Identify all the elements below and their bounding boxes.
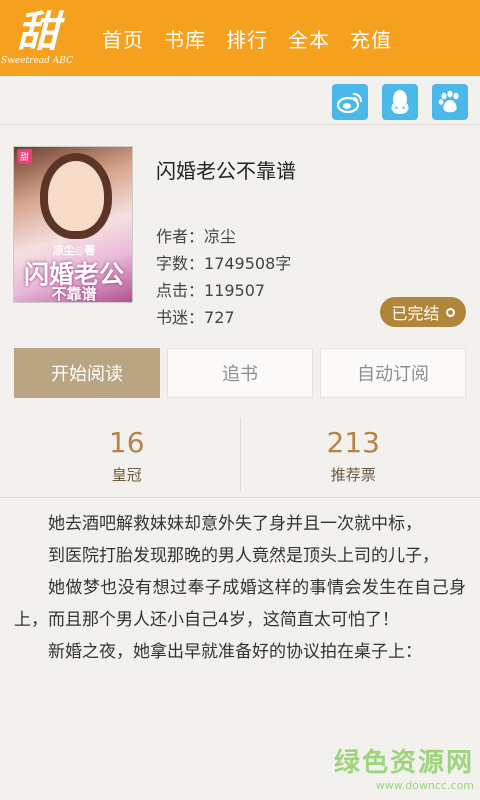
status-badge: 已完结 <box>380 297 466 327</box>
book-description: 她去酒吧解救妹妹却意外失了身并且一次就中标， 到医院打胎发现那晚的男人竟然是顶头… <box>14 508 466 668</box>
logo-mark: 甜 <box>16 7 59 56</box>
fans-label: 书迷： <box>156 308 205 327</box>
book-word-count: 字数：1749508字 <box>156 250 291 274</box>
vote-label: 推荐票 <box>330 465 376 484</box>
follow-book-button[interactable]: 追书 <box>167 348 313 398</box>
vote-count: 213 <box>326 425 380 459</box>
book-title: 闪婚老公不靠谱 <box>156 159 296 183</box>
description-paragraph: 到医院打胎发现那晚的男人竟然是顶头上司的儿子， <box>48 546 439 566</box>
weibo-icon <box>337 92 363 113</box>
logo-subtext: Sweetread ABC <box>1 56 73 66</box>
recommend-vote-stat[interactable]: 213 推荐票 <box>239 418 467 492</box>
description-paragraph: 她做梦也没有想过奉子成婚这样的事情会发生在自己身上，而且那个男人还小自己4岁，这… <box>14 578 466 630</box>
crown-label: 皇冠 <box>111 465 142 484</box>
nav-item-recharge[interactable]: 充值 <box>350 24 392 53</box>
book-cover[interactable]: 甜 凉尘◎著 闪婚老公 不靠谱 <box>13 146 133 303</box>
words-label: 字数： <box>156 254 205 273</box>
nav-item-ranking[interactable]: 排行 <box>226 24 268 53</box>
watermark-title: 绿色资源网 <box>333 748 474 778</box>
start-reading-button[interactable]: 开始阅读 <box>14 348 160 398</box>
share-weibo-button[interactable] <box>332 84 368 120</box>
top-bar: 甜 Sweetread ABC 首页 书库 排行 全本 充值 <box>0 0 480 76</box>
description-paragraph: 她去酒吧解救妹妹却意外失了身并且一次就中标， <box>48 514 422 534</box>
action-bar: 开始阅读 追书 自动订阅 <box>14 348 466 398</box>
clicks-value: 119507 <box>204 281 266 300</box>
nav-item-home[interactable]: 首页 <box>102 24 144 53</box>
auto-subscribe-button[interactable]: 自动订阅 <box>320 348 466 398</box>
fans-value: 727 <box>204 308 235 327</box>
author-label: 作者： <box>156 227 205 246</box>
book-click-count: 点击：119507 <box>156 277 265 301</box>
qq-icon <box>391 90 409 114</box>
share-baidu-button[interactable] <box>432 84 468 120</box>
share-qq-button[interactable] <box>382 84 418 120</box>
words-value: 1749508字 <box>204 254 292 273</box>
watermark-url: www.downcc.com <box>375 779 474 792</box>
baidu-icon <box>438 90 459 113</box>
crown-stat[interactable]: 16 皇冠 <box>14 418 240 492</box>
book-info: 甜 凉尘◎著 闪婚老公 不靠谱 闪婚老公不靠谱 作者：凉尘 字数：1749508… <box>0 125 480 335</box>
divider <box>0 497 480 498</box>
status-badge-label: 已完结 <box>391 304 440 323</box>
app-logo[interactable]: 甜 Sweetread ABC <box>0 0 74 76</box>
cover-tag: 甜 <box>17 149 33 164</box>
clicks-label: 点击： <box>156 281 205 300</box>
watermark: 绿色资源网 www.downcc.com <box>334 742 474 792</box>
nav-item-completed[interactable]: 全本 <box>288 24 330 53</box>
stats-panel: 16 皇冠 213 推荐票 <box>14 418 466 492</box>
crown-count: 16 <box>108 425 145 459</box>
book-author: 作者：凉尘 <box>156 223 236 247</box>
cover-title-line2: 不靠谱 <box>51 285 97 303</box>
main-nav: 首页 书库 排行 全本 充值 <box>74 0 392 76</box>
circle-icon <box>445 307 455 317</box>
share-bar <box>332 84 468 120</box>
nav-item-library[interactable]: 书库 <box>164 24 206 53</box>
author-value[interactable]: 凉尘 <box>204 227 236 246</box>
book-fan-count: 书迷：727 <box>156 304 235 328</box>
description-paragraph: 新婚之夜，她拿出早就准备好的协议拍在桌子上： <box>48 642 422 662</box>
cover-illustration <box>48 161 104 231</box>
